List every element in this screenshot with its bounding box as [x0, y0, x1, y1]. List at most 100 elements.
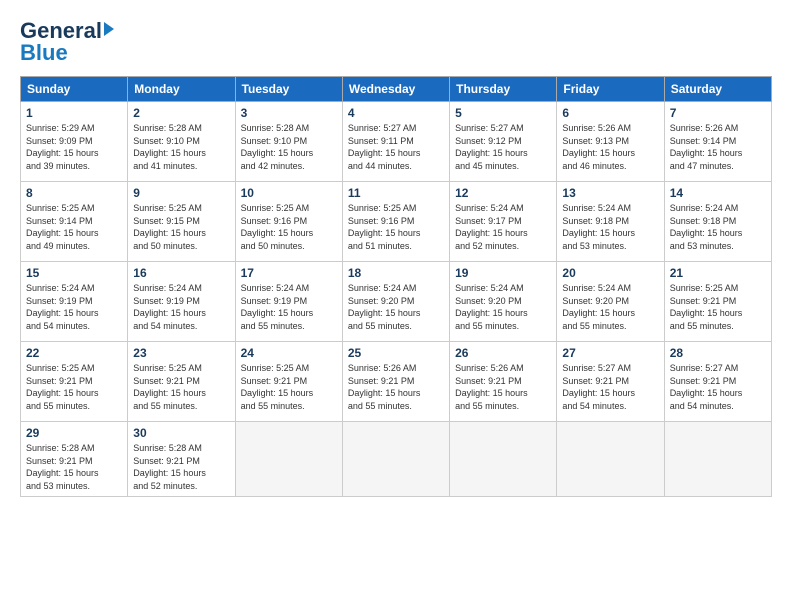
calendar-cell: 17 Sunrise: 5:24 AM Sunset: 9:19 PM Dayli… [235, 262, 342, 342]
day-info: Sunrise: 5:26 AM Sunset: 9:21 PM Dayligh… [348, 362, 444, 412]
calendar-cell: 3 Sunrise: 5:28 AM Sunset: 9:10 PM Daylig… [235, 102, 342, 182]
day-info: Sunrise: 5:25 AM Sunset: 9:14 PM Dayligh… [26, 202, 122, 252]
day-info: Sunrise: 5:26 AM Sunset: 9:14 PM Dayligh… [670, 122, 766, 172]
calendar-cell: 1 Sunrise: 5:29 AM Sunset: 9:09 PM Daylig… [21, 102, 128, 182]
logo-blue: Blue [20, 40, 68, 66]
day-info: Sunrise: 5:24 AM Sunset: 9:17 PM Dayligh… [455, 202, 551, 252]
day-number: 10 [241, 186, 337, 200]
calendar-cell: 19 Sunrise: 5:24 AM Sunset: 9:20 PM Dayli… [450, 262, 557, 342]
day-number: 28 [670, 346, 766, 360]
day-info: Sunrise: 5:24 AM Sunset: 9:19 PM Dayligh… [26, 282, 122, 332]
calendar-cell: 20Sunrise: 5:24 AM Sunset: 9:20 PM Dayli… [557, 262, 664, 342]
calendar: SundayMondayTuesdayWednesdayThursdayFrid… [20, 76, 772, 497]
calendar-cell: 7 Sunrise: 5:26 AM Sunset: 9:14 PM Daylig… [664, 102, 771, 182]
day-info: Sunrise: 5:26 AM Sunset: 9:21 PM Dayligh… [455, 362, 551, 412]
day-number: 12 [455, 186, 551, 200]
day-number: 3 [241, 106, 337, 120]
day-number: 29 [26, 426, 122, 440]
calendar-cell: 2 Sunrise: 5:28 AM Sunset: 9:10 PM Daylig… [128, 102, 235, 182]
weekday-header-wednesday: Wednesday [342, 77, 449, 102]
calendar-cell: 5 Sunrise: 5:27 AM Sunset: 9:12 PM Daylig… [450, 102, 557, 182]
day-number: 16 [133, 266, 229, 280]
weekday-header-tuesday: Tuesday [235, 77, 342, 102]
day-number: 1 [26, 106, 122, 120]
day-number: 11 [348, 186, 444, 200]
calendar-cell: 16 Sunrise: 5:24 AM Sunset: 9:19 PM Dayli… [128, 262, 235, 342]
weekday-header-sunday: Sunday [21, 77, 128, 102]
calendar-cell: 26 Sunrise: 5:26 AM Sunset: 9:21 PM Dayli… [450, 342, 557, 422]
calendar-cell: 28 Sunrise: 5:27 AM Sunset: 9:21 PM Dayli… [664, 342, 771, 422]
calendar-cell: 24Sunrise: 5:25 AM Sunset: 9:21 PM Dayli… [235, 342, 342, 422]
day-info: Sunrise: 5:25 AM Sunset: 9:16 PM Dayligh… [348, 202, 444, 252]
day-info: Sunrise: 5:25 AM Sunset: 9:16 PM Dayligh… [241, 202, 337, 252]
week-row-5: 29 Sunrise: 5:28 AM Sunset: 9:21 PM Dayli… [21, 422, 772, 497]
calendar-cell [557, 422, 664, 497]
week-row-4: 22 Sunrise: 5:25 AM Sunset: 9:21 PM Dayli… [21, 342, 772, 422]
day-number: 26 [455, 346, 551, 360]
day-info: Sunrise: 5:28 AM Sunset: 9:21 PM Dayligh… [26, 442, 122, 492]
day-info: Sunrise: 5:24 AM Sunset: 9:19 PM Dayligh… [133, 282, 229, 332]
day-number: 22 [26, 346, 122, 360]
day-info: Sunrise: 5:28 AM Sunset: 9:10 PM Dayligh… [133, 122, 229, 172]
day-number: 30 [133, 426, 229, 440]
day-number: 25 [348, 346, 444, 360]
weekday-header-monday: Monday [128, 77, 235, 102]
day-number: 19 [455, 266, 551, 280]
day-number: 6 [562, 106, 658, 120]
day-number: 5 [455, 106, 551, 120]
calendar-cell: 29 Sunrise: 5:28 AM Sunset: 9:21 PM Dayli… [21, 422, 128, 497]
day-number: 14 [670, 186, 766, 200]
weekday-header-row: SundayMondayTuesdayWednesdayThursdayFrid… [21, 77, 772, 102]
day-info: Sunrise: 5:24 AM Sunset: 9:19 PM Dayligh… [241, 282, 337, 332]
day-info: Sunrise: 5:27 AM Sunset: 9:12 PM Dayligh… [455, 122, 551, 172]
logo-arrow-icon [104, 22, 114, 36]
day-info: Sunrise: 5:25 AM Sunset: 9:21 PM Dayligh… [26, 362, 122, 412]
calendar-cell: 13Sunrise: 5:24 AM Sunset: 9:18 PM Dayli… [557, 182, 664, 262]
day-info: Sunrise: 5:24 AM Sunset: 9:18 PM Dayligh… [670, 202, 766, 252]
day-number: 4 [348, 106, 444, 120]
day-info: Sunrise: 5:25 AM Sunset: 9:21 PM Dayligh… [241, 362, 337, 412]
weekday-header-thursday: Thursday [450, 77, 557, 102]
day-info: Sunrise: 5:27 AM Sunset: 9:11 PM Dayligh… [348, 122, 444, 172]
day-number: 20 [562, 266, 658, 280]
day-number: 17 [241, 266, 337, 280]
calendar-cell: 18Sunrise: 5:24 AM Sunset: 9:20 PM Dayli… [342, 262, 449, 342]
page: General Blue SundayMondayTuesdayWednesda… [0, 0, 792, 612]
calendar-cell: 25 Sunrise: 5:26 AM Sunset: 9:21 PM Dayli… [342, 342, 449, 422]
header: General Blue [20, 18, 772, 66]
day-number: 15 [26, 266, 122, 280]
day-info: Sunrise: 5:24 AM Sunset: 9:20 PM Dayligh… [455, 282, 551, 332]
calendar-cell: 21Sunrise: 5:25 AM Sunset: 9:21 PM Dayli… [664, 262, 771, 342]
calendar-cell [235, 422, 342, 497]
calendar-cell: 23 Sunrise: 5:25 AM Sunset: 9:21 PM Dayli… [128, 342, 235, 422]
week-row-1: 1 Sunrise: 5:29 AM Sunset: 9:09 PM Daylig… [21, 102, 772, 182]
day-number: 2 [133, 106, 229, 120]
calendar-cell: 11 Sunrise: 5:25 AM Sunset: 9:16 PM Dayli… [342, 182, 449, 262]
day-info: Sunrise: 5:27 AM Sunset: 9:21 PM Dayligh… [670, 362, 766, 412]
day-number: 27 [562, 346, 658, 360]
week-row-2: 8 Sunrise: 5:25 AM Sunset: 9:14 PM Daylig… [21, 182, 772, 262]
calendar-cell [450, 422, 557, 497]
day-info: Sunrise: 5:27 AM Sunset: 9:21 PM Dayligh… [562, 362, 658, 412]
calendar-cell: 15 Sunrise: 5:24 AM Sunset: 9:19 PM Dayli… [21, 262, 128, 342]
calendar-cell [664, 422, 771, 497]
calendar-cell: 8 Sunrise: 5:25 AM Sunset: 9:14 PM Daylig… [21, 182, 128, 262]
calendar-cell: 6Sunrise: 5:26 AM Sunset: 9:13 PM Daylig… [557, 102, 664, 182]
day-info: Sunrise: 5:29 AM Sunset: 9:09 PM Dayligh… [26, 122, 122, 172]
day-number: 23 [133, 346, 229, 360]
day-info: Sunrise: 5:24 AM Sunset: 9:18 PM Dayligh… [562, 202, 658, 252]
week-row-3: 15 Sunrise: 5:24 AM Sunset: 9:19 PM Dayli… [21, 262, 772, 342]
weekday-header-friday: Friday [557, 77, 664, 102]
calendar-cell: 4 Sunrise: 5:27 AM Sunset: 9:11 PM Daylig… [342, 102, 449, 182]
day-info: Sunrise: 5:25 AM Sunset: 9:21 PM Dayligh… [670, 282, 766, 332]
day-info: Sunrise: 5:25 AM Sunset: 9:21 PM Dayligh… [133, 362, 229, 412]
logo: General Blue [20, 18, 114, 66]
day-number: 7 [670, 106, 766, 120]
calendar-cell: 10 Sunrise: 5:25 AM Sunset: 9:16 PM Dayli… [235, 182, 342, 262]
day-info: Sunrise: 5:25 AM Sunset: 9:15 PM Dayligh… [133, 202, 229, 252]
day-number: 8 [26, 186, 122, 200]
day-number: 18 [348, 266, 444, 280]
day-info: Sunrise: 5:28 AM Sunset: 9:10 PM Dayligh… [241, 122, 337, 172]
day-number: 9 [133, 186, 229, 200]
calendar-cell [342, 422, 449, 497]
